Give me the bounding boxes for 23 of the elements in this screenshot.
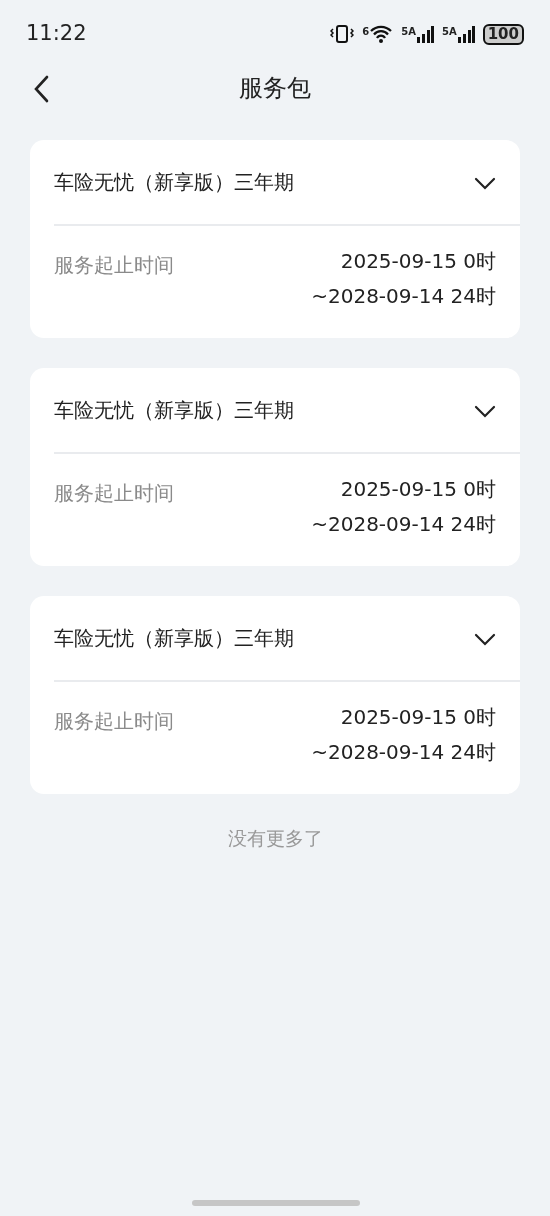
period-label: 服务起止时间: [54, 252, 174, 279]
package-name: 车险无忧（新享版）三年期: [54, 169, 294, 196]
start-date: 2025-09-15 0时: [340, 476, 496, 503]
battery-level: 100: [482, 23, 524, 45]
end-date: ~2028-09-14 24时: [311, 739, 496, 766]
start-date: 2025-09-15 0时: [340, 704, 496, 731]
wifi-icon: [369, 24, 394, 44]
signal-icon: [456, 24, 475, 44]
period-label: 服务起止时间: [54, 708, 174, 735]
page-title: 服务包: [239, 73, 311, 104]
start-date: 2025-09-15 0时: [340, 248, 496, 275]
package-name: 车险无忧（新享版）三年期: [54, 397, 294, 424]
end-date: ~2028-09-14 24时: [311, 283, 496, 310]
network-type-label: 5A: [401, 25, 416, 39]
network-type-label: 5A: [442, 25, 457, 39]
period-label: 服务起止时间: [54, 480, 174, 507]
wifi-standard-label: 6: [362, 25, 370, 39]
end-of-list-note: 没有更多了: [227, 827, 323, 849]
end-date: ~2028-09-14 24时: [311, 511, 496, 538]
status-time: 11:22: [26, 20, 87, 48]
signal-icon: [416, 24, 434, 44]
vibrate-icon: [330, 24, 355, 44]
package-name: 车险无忧（新享版）三年期: [54, 625, 294, 652]
